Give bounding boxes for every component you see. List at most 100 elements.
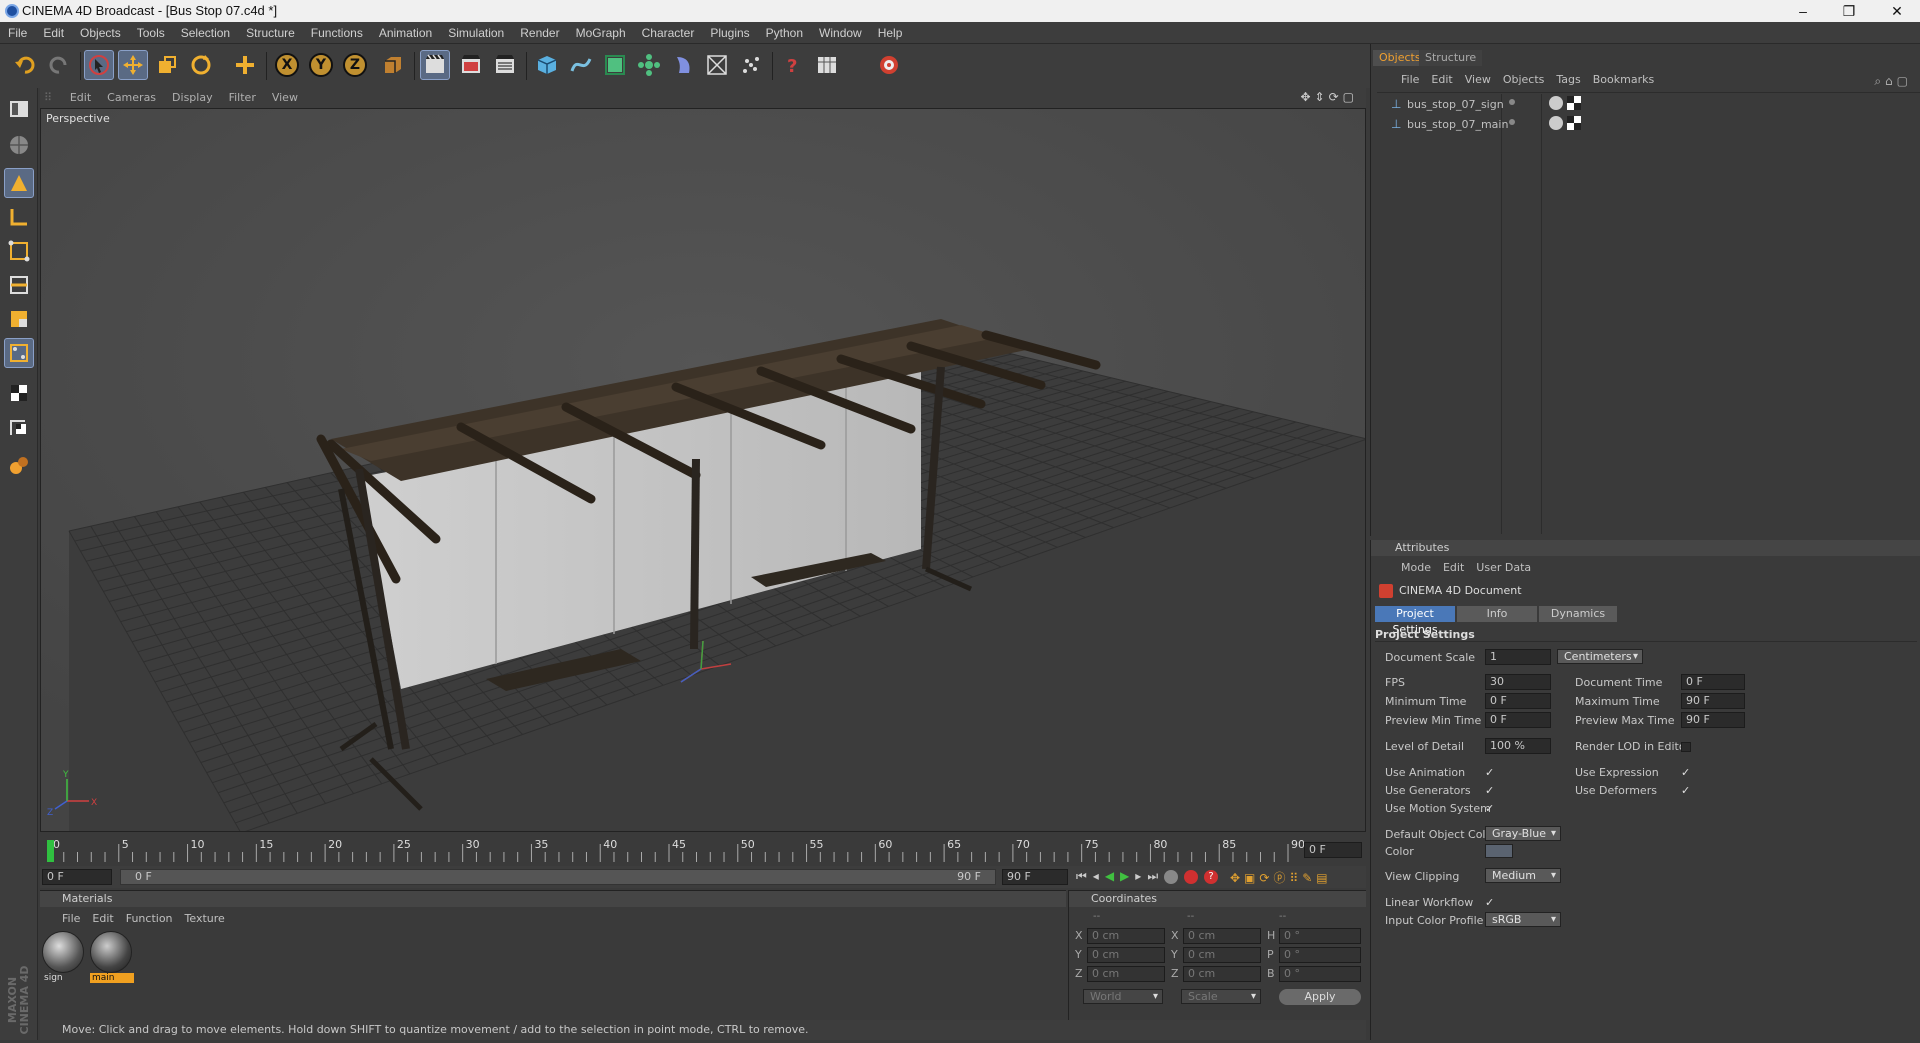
visibility-dot-icon[interactable] <box>1509 119 1515 125</box>
coordinate-system-button[interactable] <box>378 50 408 80</box>
scene-button[interactable] <box>702 50 732 80</box>
level-of-detail-field[interactable]: 100 % <box>1485 738 1551 754</box>
render-view-button[interactable] <box>420 50 450 80</box>
coord-field-size-z[interactable]: 0 cm <box>1183 966 1261 982</box>
objects-menu-file[interactable]: File <box>1401 73 1419 86</box>
materials-menu-texture[interactable]: Texture <box>185 912 225 925</box>
use-motion-system-checkbox[interactable]: ✓ <box>1485 803 1495 814</box>
coord-field-pos-z[interactable]: 0 cm <box>1087 966 1165 982</box>
input-color-profile-dropdown[interactable]: sRGB <box>1485 912 1561 927</box>
fps-field[interactable]: 30 <box>1485 674 1551 690</box>
object-axis-button[interactable] <box>4 202 34 232</box>
menu-render[interactable]: Render <box>512 22 567 44</box>
spline-pen-button[interactable] <box>566 50 596 80</box>
document-scale-field[interactable]: 1 <box>1485 649 1551 665</box>
use-deformers-checkbox[interactable]: ✓ <box>1681 785 1691 796</box>
texture-tag-icon[interactable] <box>1549 116 1563 130</box>
viewport-menu-display[interactable]: Display <box>164 88 221 108</box>
minimize-button[interactable]: – <box>1780 0 1826 22</box>
apply-button[interactable]: Apply <box>1279 989 1361 1005</box>
menu-animation[interactable]: Animation <box>371 22 440 44</box>
nurbs-button[interactable] <box>600 50 630 80</box>
attributes-menu-edit[interactable]: Edit <box>1443 561 1464 574</box>
tab-structure[interactable]: Structure <box>1419 50 1483 66</box>
objects-menu-edit[interactable]: Edit <box>1431 73 1452 86</box>
objects-menu-objects[interactable]: Objects <box>1503 73 1545 86</box>
menu-plugins[interactable]: Plugins <box>702 22 757 44</box>
viewport-menu-view[interactable]: View <box>264 88 306 108</box>
uvw-tag-icon[interactable] <box>1567 96 1581 110</box>
y-axis-button[interactable]: Y <box>306 50 336 80</box>
playback-controls[interactable]: ⏮◂◀▶▸⏭ <box>1076 869 1164 884</box>
use-generators-checkbox[interactable]: ✓ <box>1485 785 1495 796</box>
help-button[interactable]: ? <box>778 50 808 80</box>
timeline-window-button[interactable] <box>812 50 842 80</box>
menu-objects[interactable]: Objects <box>72 22 129 44</box>
texture-mode-button[interactable] <box>4 378 34 408</box>
maximum-time-field[interactable]: 90 F <box>1681 693 1745 709</box>
render-picture-viewer-button[interactable] <box>456 50 486 80</box>
menu-structure[interactable]: Structure <box>238 22 303 44</box>
coord-field-size-x[interactable]: 0 cm <box>1183 928 1261 944</box>
x-axis-button[interactable]: X <box>272 50 302 80</box>
undo-button[interactable] <box>10 50 40 80</box>
model-mode-button[interactable] <box>4 168 34 198</box>
visibility-dot-icon[interactable] <box>1509 99 1515 105</box>
coordinate-mode-dropdown[interactable]: World <box>1083 989 1163 1004</box>
menu-help[interactable]: Help <box>870 22 911 44</box>
materials-menu-function[interactable]: Function <box>126 912 173 925</box>
object-row-sign[interactable]: ⊥ bus_stop_07_sign <box>1377 96 1917 114</box>
materials-menu-edit[interactable]: Edit <box>92 912 113 925</box>
live-selection-button[interactable] <box>84 50 114 80</box>
deformer-button[interactable] <box>668 50 698 80</box>
menu-edit[interactable]: Edit <box>35 22 72 44</box>
menu-tools[interactable]: Tools <box>129 22 173 44</box>
timeline-ruler[interactable]: 0 5 10 15 20 25 30 35 40 45 50 55 60 65 70 75 80 85 90 0 F <box>40 836 1366 866</box>
coord-field-pos-y[interactable]: 0 cm <box>1087 947 1165 963</box>
scale-tool-button[interactable] <box>152 50 182 80</box>
menu-file[interactable]: File <box>0 22 35 44</box>
record-keys-icon[interactable] <box>1164 870 1178 884</box>
render-lod-checkbox[interactable] <box>1681 742 1691 752</box>
coord-field-rot-p[interactable]: 0 ° <box>1279 947 1361 963</box>
objects-menu-bookmarks[interactable]: Bookmarks <box>1593 73 1654 86</box>
start-frame-field[interactable]: 0 F <box>42 869 112 885</box>
redo-button[interactable] <box>44 50 74 80</box>
array-button[interactable] <box>634 50 664 80</box>
color-swatch[interactable] <box>1485 844 1513 858</box>
menu-window[interactable]: Window <box>811 22 870 44</box>
end-frame-field[interactable]: 90 F <box>1002 869 1068 885</box>
coord-field-size-y[interactable]: 0 cm <box>1183 947 1261 963</box>
menu-functions[interactable]: Functions <box>303 22 371 44</box>
edges-mode-button[interactable] <box>4 270 34 300</box>
current-frame-field[interactable]: 0 F <box>1304 842 1362 858</box>
close-button[interactable]: ✕ <box>1874 0 1920 22</box>
move-tool-button[interactable] <box>118 50 148 80</box>
use-expression-checkbox[interactable]: ✓ <box>1681 767 1691 778</box>
coord-field-pos-x[interactable]: 0 cm <box>1087 928 1165 944</box>
z-axis-button[interactable]: Z <box>340 50 370 80</box>
objects-menu-view[interactable]: View <box>1465 73 1491 86</box>
objects-menu-tags[interactable]: Tags <box>1556 73 1580 86</box>
uv-mode-button[interactable] <box>4 338 34 368</box>
attributes-menu-userdata[interactable]: User Data <box>1476 561 1531 574</box>
material-sign[interactable]: sign <box>42 931 86 987</box>
material-main[interactable]: main <box>90 931 134 987</box>
menu-selection[interactable]: Selection <box>173 22 238 44</box>
document-scale-unit-dropdown[interactable]: Centimeters <box>1557 649 1643 664</box>
preview-min-time-field[interactable]: 0 F <box>1485 712 1551 728</box>
preview-max-time-field[interactable]: 90 F <box>1681 712 1745 728</box>
default-object-color-dropdown[interactable]: Gray-Blue <box>1485 826 1561 841</box>
particles-button[interactable] <box>736 50 766 80</box>
viewport-perspective[interactable]: Y X Z Perspective <box>40 108 1366 832</box>
texture-tag-icon[interactable] <box>1549 96 1563 110</box>
document-time-field[interactable]: 0 F <box>1681 674 1745 690</box>
cube-object-button[interactable] <box>532 50 562 80</box>
playhead[interactable] <box>47 840 54 862</box>
menu-python[interactable]: Python <box>758 22 811 44</box>
uvw-tag-icon[interactable] <box>1567 116 1581 130</box>
attributes-menu-mode[interactable]: Mode <box>1401 561 1431 574</box>
tab-project-settings[interactable]: Project Settings <box>1375 606 1455 636</box>
menu-character[interactable]: Character <box>634 22 703 44</box>
materials-menu-file[interactable]: File <box>62 912 80 925</box>
